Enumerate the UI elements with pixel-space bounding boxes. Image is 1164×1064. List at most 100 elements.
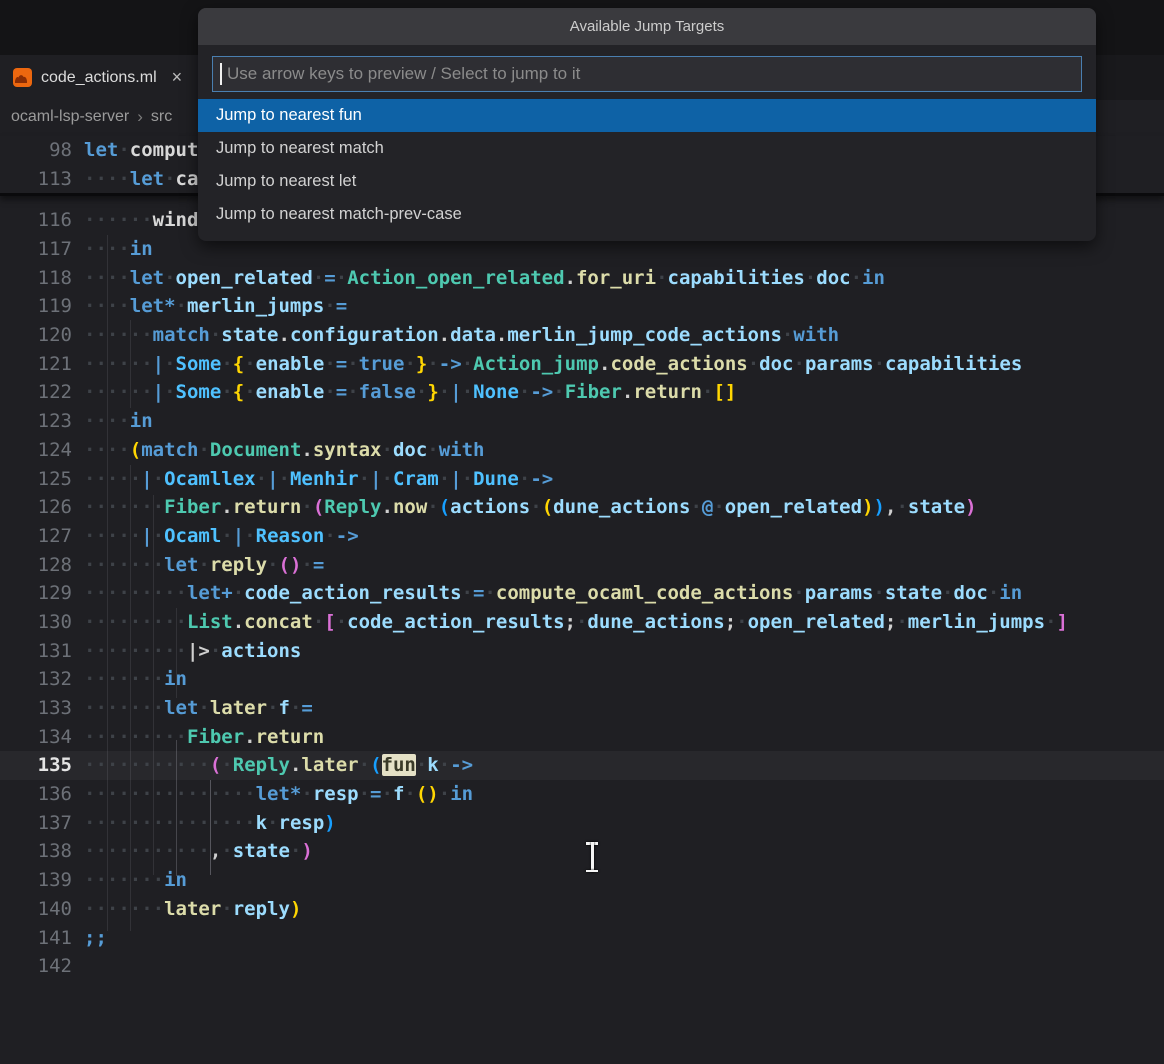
code-line-124[interactable]: 124····(match·Document.syntax·doc·with	[0, 436, 1164, 465]
line-number: 141	[0, 927, 72, 949]
code-line-text: ····in	[72, 410, 153, 432]
line-number: 139	[0, 869, 72, 891]
line-number: 132	[0, 668, 72, 690]
quickpick-item[interactable]: Jump to nearest fun	[198, 99, 1096, 132]
code-line-text: ·········let+·code_action_results·=·comp…	[72, 582, 1022, 604]
code-line-text: ·······let·reply·()·=	[72, 554, 324, 576]
line-number: 113	[0, 168, 72, 190]
line-number: 126	[0, 496, 72, 518]
line-number: 142	[0, 955, 72, 977]
code-line-text: ····let*·merlin_jumps·=	[72, 295, 347, 317]
code-line-text: ·········List.concat·[·code_action_resul…	[72, 611, 1068, 633]
code-line-130[interactable]: 130·········List.concat·[·code_action_re…	[0, 608, 1164, 637]
code-line-text: ····in	[72, 238, 153, 260]
code-line-text: ···········(·Reply.later·(fun·k·->	[72, 754, 473, 776]
tab-close-icon[interactable]: ×	[172, 67, 183, 88]
line-number: 128	[0, 554, 72, 576]
code-line-text: ···············let*·resp·=·f·()·in	[72, 783, 473, 805]
line-number: 140	[0, 898, 72, 920]
code-line-138[interactable]: 138···········,·state·)	[0, 837, 1164, 866]
code-line-121[interactable]: 121······|·Some·{·enable·=·true·}·->·Act…	[0, 349, 1164, 378]
line-number: 127	[0, 525, 72, 547]
text-caret	[220, 63, 222, 85]
line-number: 130	[0, 611, 72, 633]
code-line-132[interactable]: 132·······in	[0, 665, 1164, 694]
code-line-text: ·······let·later·f·=	[72, 697, 313, 719]
code-line-129[interactable]: 129·········let+·code_action_results·=·c…	[0, 579, 1164, 608]
quickpick-list: Jump to nearest funJump to nearest match…	[198, 99, 1096, 231]
code-line-text: ·······in	[72, 869, 187, 891]
code-line-131[interactable]: 131·········|>·actions	[0, 636, 1164, 665]
line-number: 133	[0, 697, 72, 719]
line-number: 124	[0, 439, 72, 461]
code-line-122[interactable]: 122······|·Some·{·enable·=·false·}·|·Non…	[0, 378, 1164, 407]
line-number: 123	[0, 410, 72, 432]
breadcrumb-project[interactable]: ocaml-lsp-server	[11, 108, 129, 126]
quickpick-item[interactable]: Jump to nearest match	[198, 132, 1096, 165]
quickpick-item[interactable]: Jump to nearest let	[198, 165, 1096, 198]
code-line-118[interactable]: 118····let·open_related·=·Action_open_re…	[0, 263, 1164, 292]
quickpick-panel: Available Jump Targets Jump to nearest f…	[198, 8, 1096, 241]
line-number: 116	[0, 209, 72, 231]
code-line-140[interactable]: 140·······later·reply)	[0, 895, 1164, 924]
code-line-text: ·····|·Ocaml·|·Reason·->	[72, 525, 359, 547]
quickpick-title: Available Jump Targets	[198, 8, 1096, 45]
code-line-text: ····let·ca	[72, 168, 198, 190]
code-line-text: ····(match·Document.syntax·doc·with	[72, 439, 484, 461]
ocaml-file-icon	[13, 68, 32, 87]
code-line-126[interactable]: 126·······Fiber.return·(Reply.now·(actio…	[0, 493, 1164, 522]
line-number: 119	[0, 295, 72, 317]
vscode-window: { "tab_bar": { "tab": { "title": "code_a…	[0, 0, 1164, 1064]
line-number: 117	[0, 238, 72, 260]
code-line-text: ······|·Some·{·enable·=·true·}·->·Action…	[72, 353, 1022, 375]
line-number: 135	[0, 754, 72, 776]
code-line-120[interactable]: 120······match·state.configuration.data.…	[0, 321, 1164, 350]
code-line-text: ·········Fiber.return	[72, 726, 324, 748]
line-number: 129	[0, 582, 72, 604]
line-number: 136	[0, 783, 72, 805]
line-number: 134	[0, 726, 72, 748]
line-number: 98	[0, 139, 72, 161]
line-number: 137	[0, 812, 72, 834]
code-line-text: ;;	[72, 927, 107, 949]
code-line-133[interactable]: 133·······let·later·f·=	[0, 694, 1164, 723]
quickpick-item[interactable]: Jump to nearest match-prev-case	[198, 198, 1096, 231]
editor-code-area[interactable]: 116······wind117····in118····let·open_re…	[0, 206, 1164, 981]
code-line-text: ·······in	[72, 668, 187, 690]
code-line-123[interactable]: 123····in	[0, 407, 1164, 436]
line-number: 121	[0, 353, 72, 375]
quickpick-input-box[interactable]	[212, 56, 1082, 92]
code-line-text: ······match·state.configuration.data.mer…	[72, 324, 839, 346]
tab-title: code_actions.ml	[41, 69, 157, 87]
code-line-135[interactable]: 135···········(·Reply.later·(fun·k·->	[0, 751, 1164, 780]
code-line-136[interactable]: 136···············let*·resp·=·f·()·in	[0, 780, 1164, 809]
code-line-text: let·comput	[72, 139, 198, 161]
code-line-141[interactable]: 141;;	[0, 923, 1164, 952]
code-line-142[interactable]: 142	[0, 952, 1164, 981]
line-number: 138	[0, 840, 72, 862]
tab-code-actions[interactable]: code_actions.ml ×	[0, 55, 205, 100]
code-line-text: ·······Fiber.return·(Reply.now·(actions·…	[72, 496, 977, 518]
quickpick-input[interactable]	[225, 63, 1081, 85]
code-line-text: ·····|·Ocamllex·|·Menhir·|·Cram·|·Dune·-…	[72, 468, 553, 490]
code-line-128[interactable]: 128·······let·reply·()·=	[0, 550, 1164, 579]
code-line-text: ·······later·reply)	[72, 898, 301, 920]
code-line-127[interactable]: 127·····|·Ocaml·|·Reason·->	[0, 522, 1164, 551]
code-line-125[interactable]: 125·····|·Ocamllex·|·Menhir·|·Cram·|·Dun…	[0, 464, 1164, 493]
code-line-text: ····let·open_related·=·Action_open_relat…	[72, 267, 885, 289]
code-line-139[interactable]: 139·······in	[0, 866, 1164, 895]
breadcrumb-separator-icon: ›	[137, 107, 143, 127]
line-number: 122	[0, 381, 72, 403]
code-line-text: ·········|>·actions	[72, 640, 301, 662]
code-line-137[interactable]: 137···············k·resp)	[0, 808, 1164, 837]
line-number: 120	[0, 324, 72, 346]
code-line-text: ······wind	[72, 209, 198, 231]
breadcrumb-folder[interactable]: src	[151, 108, 172, 126]
code-line-text: ···············k·resp)	[72, 812, 336, 834]
line-number: 125	[0, 468, 72, 490]
code-line-134[interactable]: 134·········Fiber.return	[0, 722, 1164, 751]
code-line-text: ···········,·state·)	[72, 840, 313, 862]
code-line-text: ······|·Some·{·enable·=·false·}·|·None·-…	[72, 381, 736, 403]
mouse-ibeam-cursor	[585, 842, 599, 872]
code-line-119[interactable]: 119····let*·merlin_jumps·=	[0, 292, 1164, 321]
